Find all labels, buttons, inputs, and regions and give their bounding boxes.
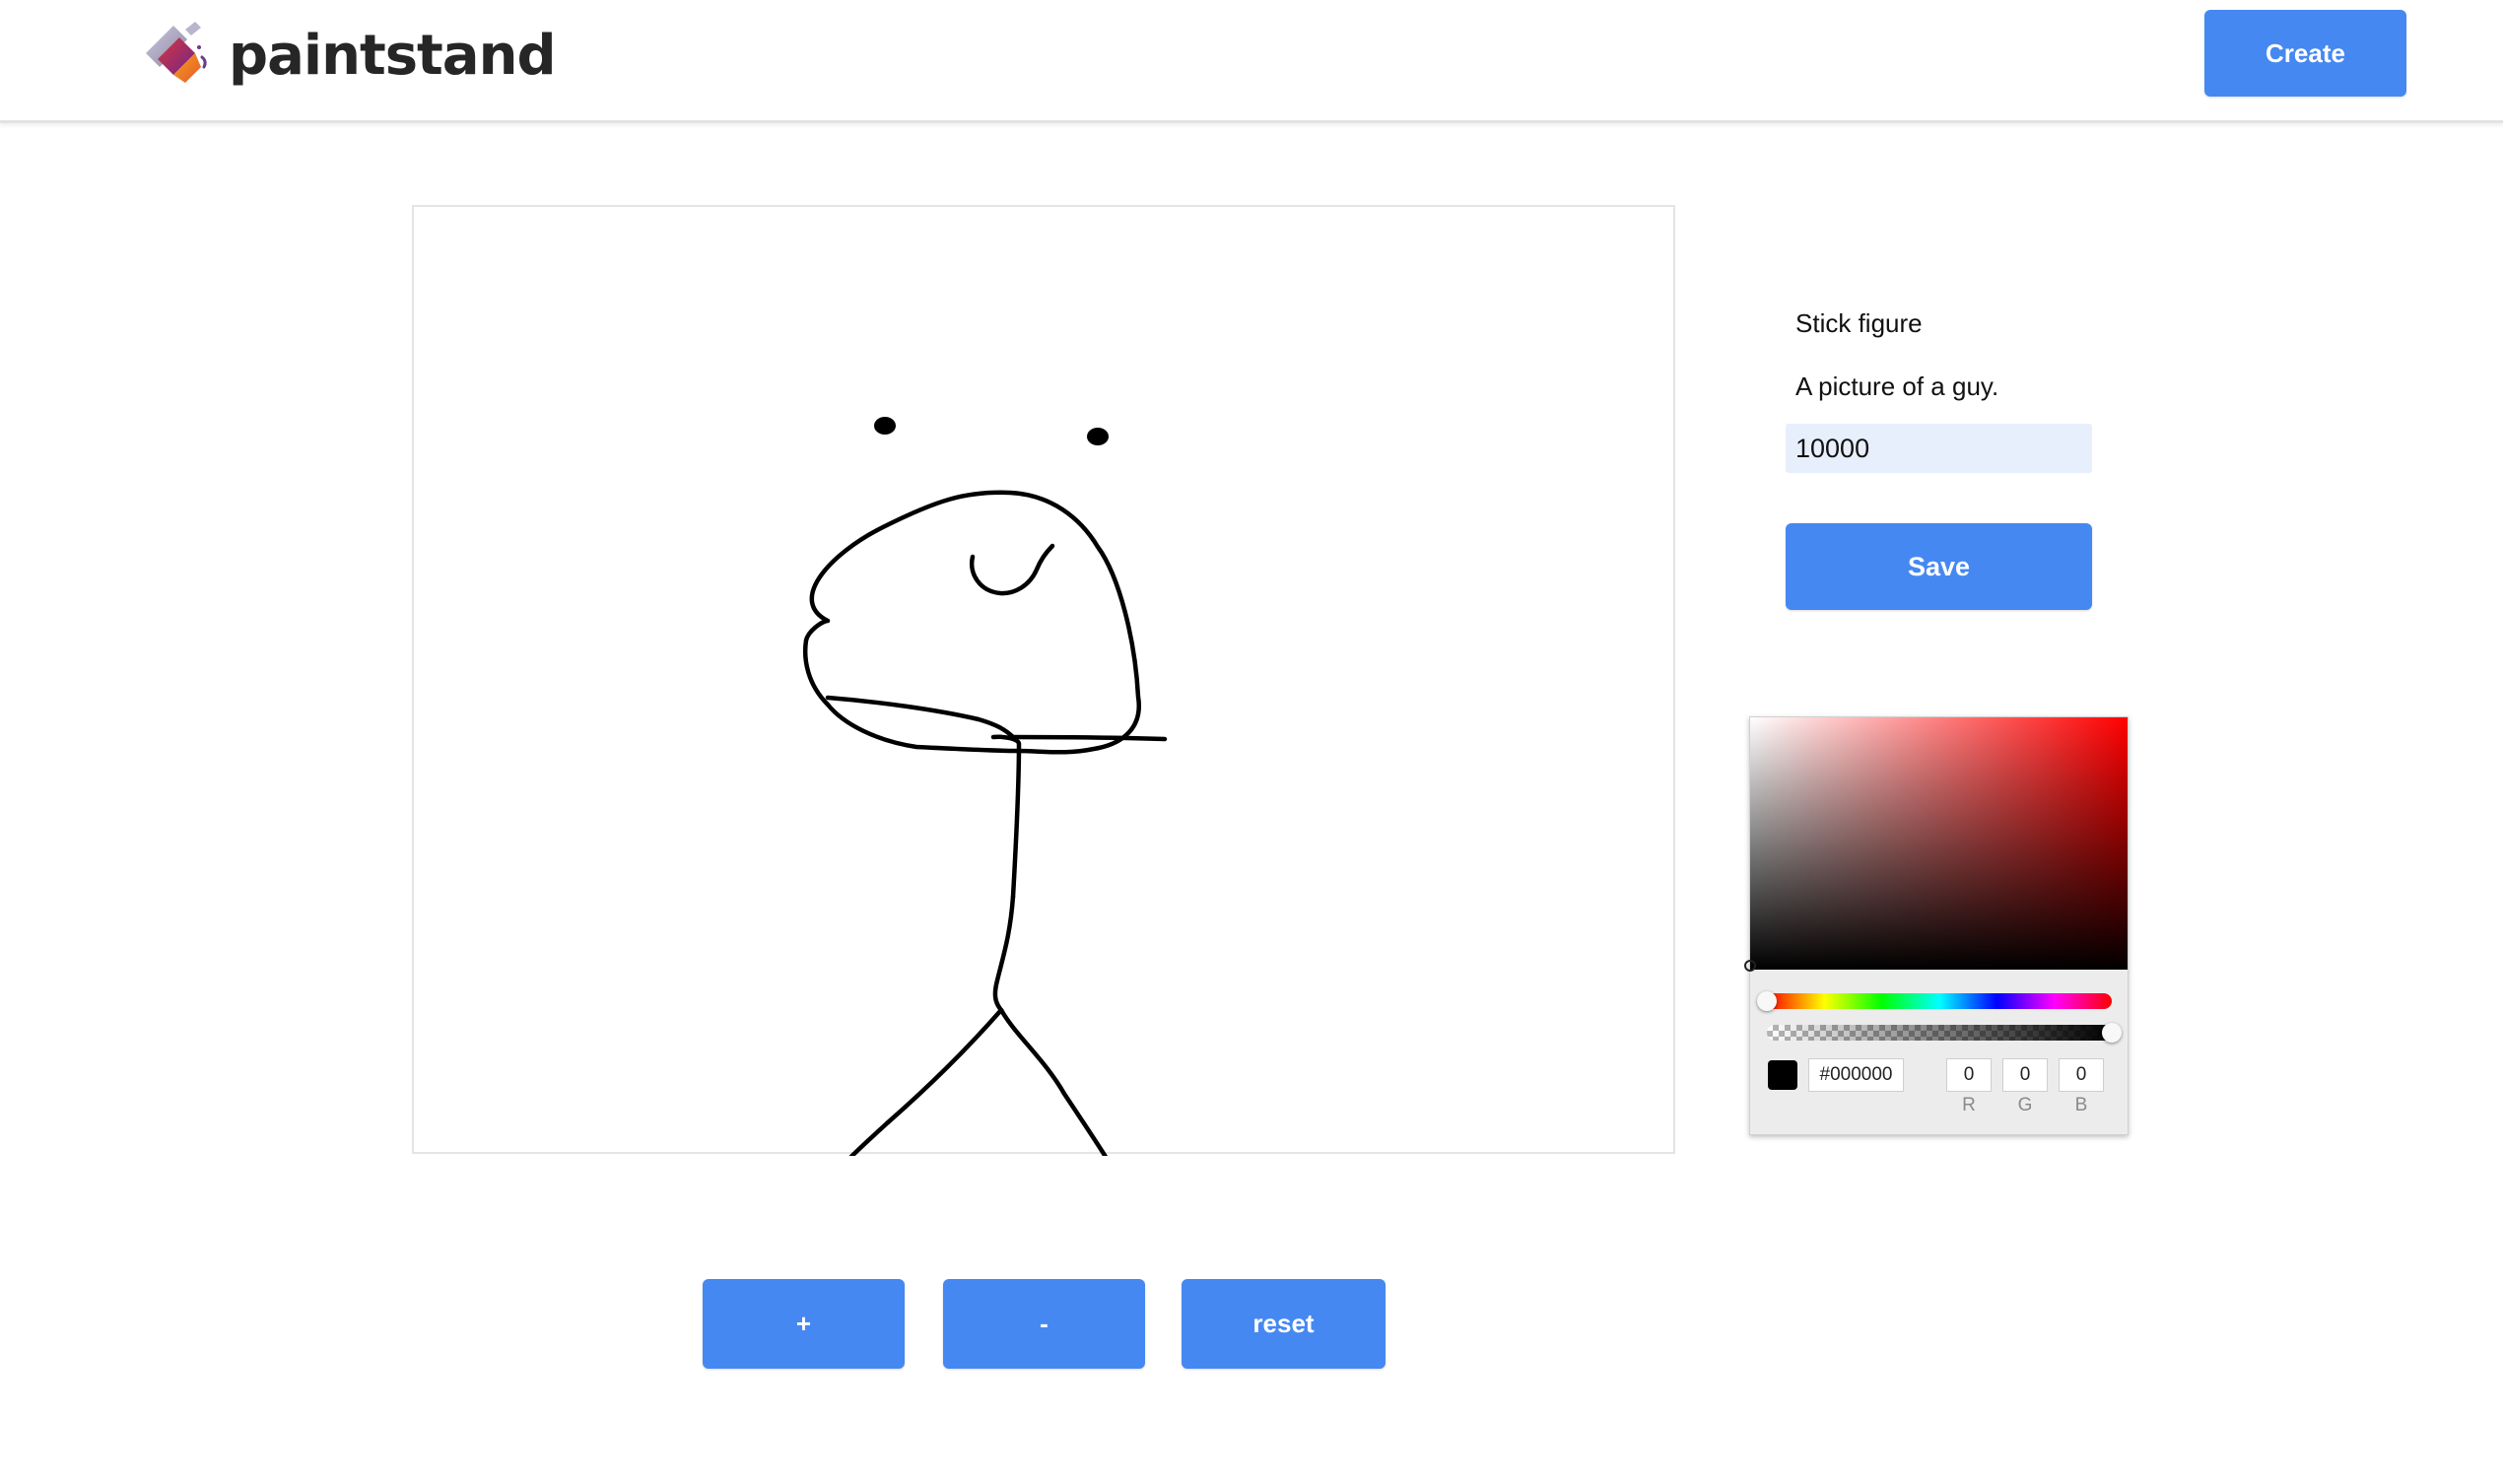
right-leg-stroke [998,1007,1109,1156]
mouth-stroke [969,543,1055,596]
paint-bucket-logo-icon [146,22,207,83]
blue-input[interactable] [2059,1058,2104,1092]
left-eye [874,417,896,435]
left-arm-stroke [825,695,1016,740]
zoom-out-button[interactable]: - [943,1279,1145,1369]
blue-label: B [2074,1095,2088,1115]
top-navbar: paintstand Create [0,0,2503,123]
neck-stroke [990,734,1022,900]
torso-stroke [992,894,1016,1013]
brand-logo[interactable]: paintstand [140,18,557,93]
save-button[interactable]: Save [1786,523,2092,610]
create-button[interactable]: Create [2204,10,2406,97]
reset-button[interactable]: reset [1182,1279,1386,1369]
brand-name: paintstand [229,23,557,88]
saturation-value-area[interactable] [1744,717,2128,972]
red-label: R [1962,1095,1976,1115]
red-input[interactable] [1946,1058,1992,1092]
head-stroke [803,490,1142,755]
alpha-slider-handle[interactable] [2102,1023,2122,1043]
color-picker: R G B [1744,716,2129,1135]
artwork-title: Stick figure [1795,308,1923,338]
color-swatch [1768,1060,1797,1090]
right-eye [1087,428,1109,445]
hue-slider-handle[interactable] [1757,991,1777,1011]
zoom-in-button[interactable]: + [703,1279,905,1369]
hue-slider[interactable] [1767,993,2112,1009]
left-leg-stroke [848,1007,1004,1156]
alpha-slider[interactable] [1767,1025,2112,1041]
hex-input[interactable] [1808,1058,1904,1092]
green-input[interactable] [2002,1058,2048,1092]
artwork-description: A picture of a guy. [1795,371,1999,401]
saturation-pointer[interactable] [1744,960,1756,972]
green-label: G [2017,1095,2033,1115]
price-input[interactable] [1786,424,2092,473]
drawing-canvas[interactable] [412,205,1675,1156]
stick-figure-drawing [803,417,1168,1156]
right-arm-stroke [1010,734,1168,742]
